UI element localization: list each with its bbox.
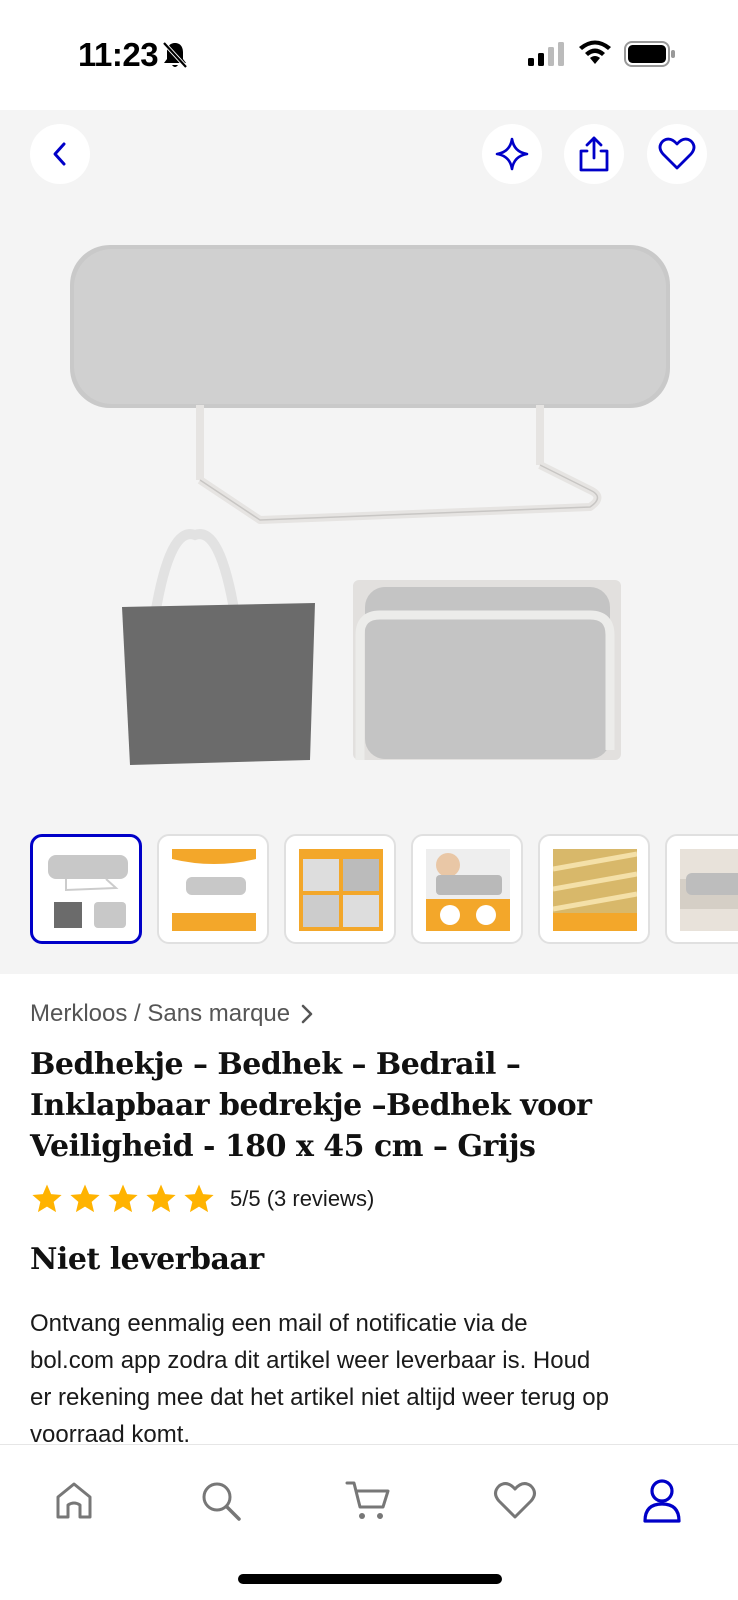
thumbnail-image [426,849,510,931]
share-button[interactable] [564,124,624,184]
notify-text-line: er rekening mee dat het artikel niet alt… [30,1384,609,1411]
star-icon [146,1184,176,1213]
thumbnail[interactable] [157,834,269,944]
notify-text-line: Ontvang eenmalig een mail of notificatie… [30,1310,528,1337]
share-icon [579,136,609,172]
star-icon [108,1184,138,1213]
tab-search[interactable] [191,1471,251,1531]
ai-assistant-button[interactable] [482,124,542,184]
bell-slash-icon [162,41,188,69]
thumbnail-image [172,849,256,931]
thumbnail-image [553,849,637,931]
thumbnail[interactable] [665,834,738,944]
rating-text: 5/5 (3 reviews) [230,1186,375,1211]
brand-link[interactable]: Merkloos / Sans marque [30,1000,314,1028]
star-icon [184,1184,214,1213]
thumbnail-image [299,849,383,931]
heart-icon [658,137,696,170]
rating[interactable]: 5/5 (3 reviews) [30,1182,374,1216]
home-icon [56,1482,92,1519]
thumbnail-image [680,849,738,931]
notify-text-line: bol.com app zodra dit artikel weer lever… [30,1347,591,1374]
status-bar: 11:23 [0,0,738,110]
account-icon [643,1479,681,1523]
thumbnail[interactable] [284,834,396,944]
thumbnail-strip[interactable] [30,834,738,944]
tab-home[interactable] [44,1471,104,1531]
cart-icon [345,1481,390,1519]
home-indicator [238,1574,502,1584]
status-time: 11:23 [78,36,159,73]
product-gallery[interactable] [0,110,738,974]
signal-icon [528,42,564,66]
chevron-right-icon [301,1004,313,1024]
notify-text: Ontvang eenmalig een mail of notificatie… [30,1305,720,1453]
product-image [70,245,670,765]
battery-icon [624,41,675,67]
star-icon [32,1184,62,1213]
product-title-line: Bedhekje – Bedhek – Bedrail – [30,1047,521,1082]
star-icon [70,1184,100,1213]
sparkle-icon [495,137,529,171]
thumbnail-image [48,855,128,928]
back-icon [53,142,66,166]
tab-wishlist[interactable] [485,1471,545,1531]
wifi-icon [579,40,611,64]
product-title: Bedhekje – Bedhek – Bedrail – Inklapbaar… [30,1044,710,1167]
heart-icon [494,1482,536,1519]
tab-cart[interactable] [338,1471,398,1531]
thumbnail[interactable] [30,834,142,944]
wishlist-button[interactable] [647,124,707,184]
back-button[interactable] [30,124,90,184]
product-title-line: Inklapbaar bedrekje –Bedhek voor [30,1088,592,1123]
availability-status: Niet leverbaar [30,1242,264,1277]
thumbnail[interactable] [538,834,650,944]
product-title-line: Veiligheid - 180 x 45 cm – Grijs [30,1129,536,1164]
thumbnail[interactable] [411,834,523,944]
brand-name: Merkloos / Sans marque [30,1000,291,1027]
tab-account[interactable] [632,1471,692,1531]
search-icon [202,1482,241,1521]
